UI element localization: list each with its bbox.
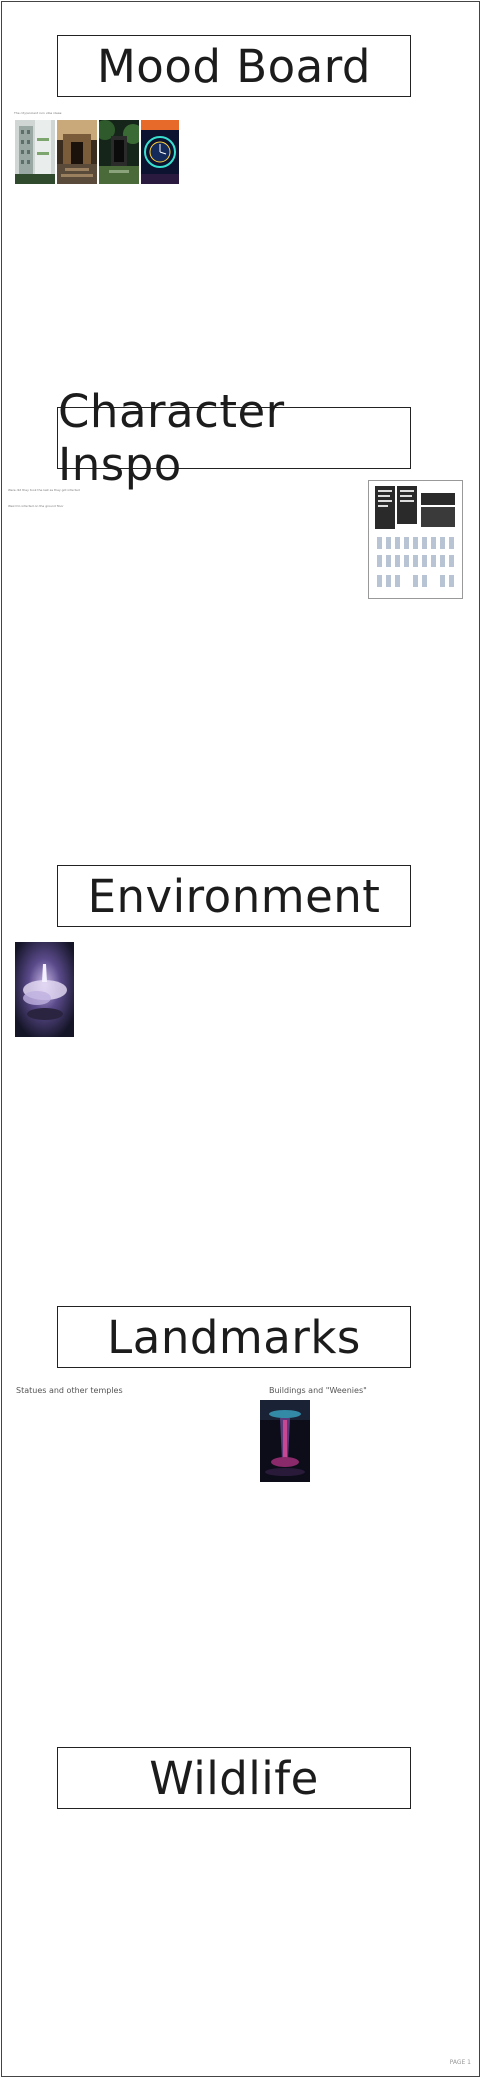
landmarks-label-buildings: Buildings and "Weenies" <box>269 1386 367 1395</box>
neon-clock-image[interactable] <box>141 120 179 184</box>
page-number: PAGE 1 <box>449 2059 471 2066</box>
jungle-gate-icon <box>99 120 139 184</box>
board-canvas[interactable]: Mood Board The city/ancient ruin vibe id… <box>1 1 480 2077</box>
wildlife-title[interactable]: Wildlife <box>57 1747 411 1809</box>
character-note-1: Were did they took the last as they got … <box>8 488 80 492</box>
ruined-temple-image[interactable] <box>57 120 97 184</box>
mood-board-title[interactable]: Mood Board <box>57 35 411 97</box>
character-note-2: Weird to infected on the ground floor <box>8 504 64 508</box>
landmarks-label-statues: Statues and other temples <box>16 1386 123 1395</box>
environment-title[interactable]: Environment <box>57 865 411 927</box>
character-sheet-icon <box>369 481 462 598</box>
floating-island-image[interactable] <box>15 942 74 1037</box>
neon-clock-icon <box>141 120 179 184</box>
city-tower-icon <box>15 120 55 184</box>
character-sheet-image[interactable] <box>368 480 463 599</box>
floating-island-icon <box>15 942 74 1037</box>
landmarks-title[interactable]: Landmarks <box>57 1306 411 1368</box>
jungle-gate-image[interactable] <box>99 120 139 184</box>
city-tower-image[interactable] <box>15 120 55 184</box>
neon-tower-image[interactable] <box>260 1400 310 1482</box>
ruined-temple-icon <box>57 120 97 184</box>
neon-tower-icon <box>260 1400 310 1482</box>
mood-board-note: The city/ancient ruin vibe ideas: <box>14 111 63 115</box>
character-inspo-title[interactable]: Character Inspo <box>57 385 411 491</box>
